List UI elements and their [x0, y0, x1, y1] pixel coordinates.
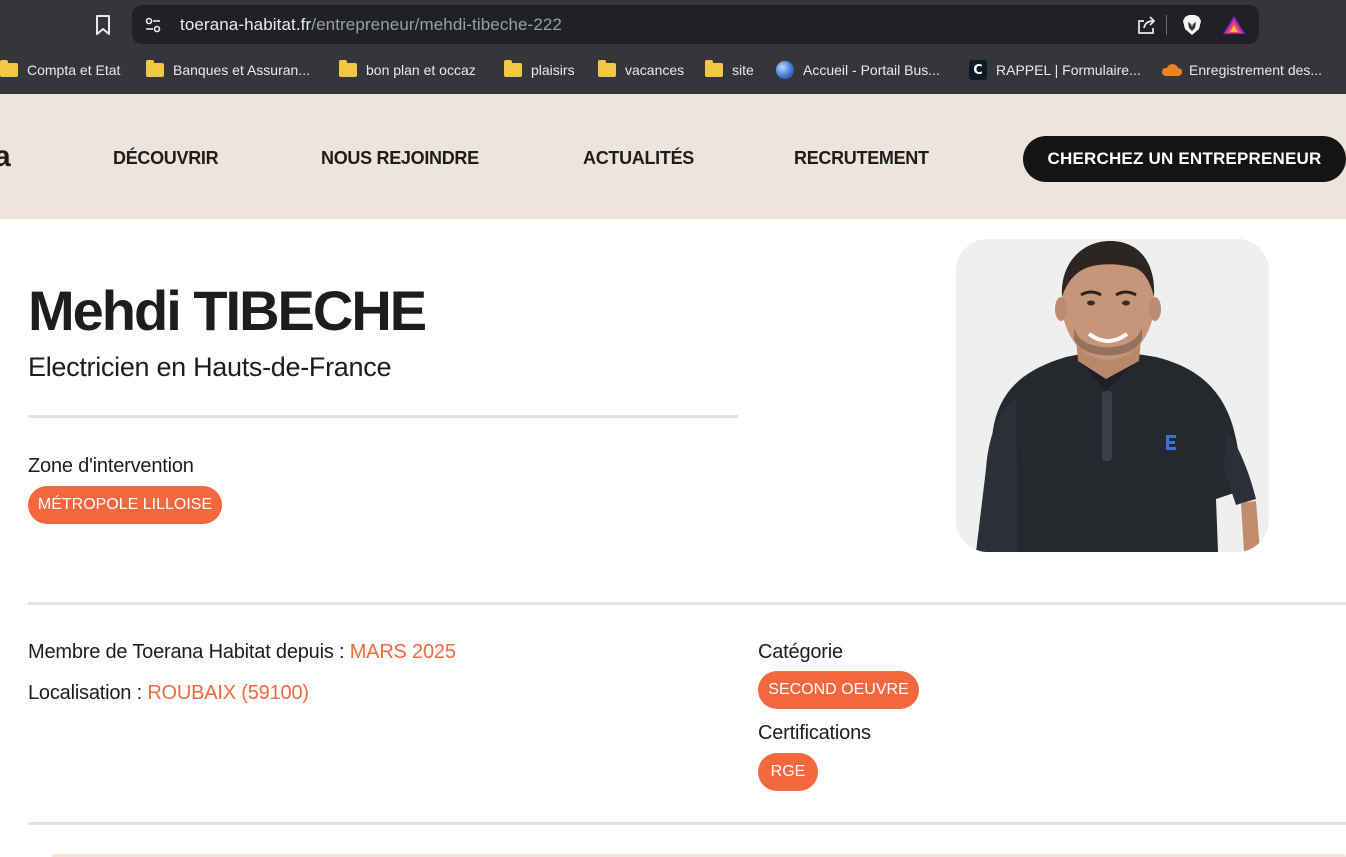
folder-icon: [598, 60, 616, 77]
profile-name: Mehdi TIBECHE: [28, 279, 427, 342]
site-logo[interactable]: a: [0, 140, 11, 174]
folder-icon: [146, 60, 164, 77]
site-settings-icon[interactable]: [144, 16, 162, 34]
folder-icon: [0, 60, 18, 77]
address-row: toerana-habitat.fr/entrepreneur/mehdi-ti…: [0, 0, 1346, 50]
location: Localisation : ROUBAIX (59100): [28, 682, 309, 705]
nav-nous-rejoindre[interactable]: NOUS REJOINDRE: [321, 148, 479, 169]
location-value: ROUBAIX (59100): [147, 682, 309, 704]
nav-actualites[interactable]: ACTUALITÉS: [583, 148, 694, 169]
brave-rewards-icon[interactable]: [1222, 14, 1246, 36]
location-label: Localisation :: [28, 682, 142, 704]
nav-recrutement[interactable]: RECRUTEMENT: [794, 148, 929, 169]
bookmark-label: Enregistrement des...: [1189, 62, 1323, 78]
search-entrepreneur-button[interactable]: CHERCHEZ UN ENTREPRENEUR: [1023, 136, 1346, 182]
member-since-value: MARS 2025: [349, 641, 456, 663]
bookmark-item[interactable]: bon plan et occaz: [339, 60, 476, 80]
zone-badge: MÉTROPOLE LILLOISE: [28, 486, 222, 524]
bookmark-label: bon plan et occaz: [366, 62, 476, 78]
bookmark-label: vacances: [625, 62, 685, 78]
url-host: toerana-habitat.fr: [180, 15, 312, 34]
bookmark-item[interactable]: Compta et Etat: [0, 60, 120, 80]
url-text[interactable]: toerana-habitat.fr/entrepreneur/mehdi-ti…: [180, 15, 562, 35]
divider: [28, 415, 738, 418]
certifications-label: Certifications: [758, 722, 871, 744]
bookmark-item[interactable]: plaisirs: [504, 60, 575, 80]
folder-icon: [705, 60, 723, 77]
bookmark-item[interactable]: C RAPPEL | Formulaire...: [969, 60, 1141, 80]
category-label: Catégorie: [758, 641, 843, 663]
bookmark-this-page-icon[interactable]: [92, 13, 114, 37]
zone-label: Zone d'intervention: [28, 455, 194, 477]
bookmark-item[interactable]: Accueil - Portail Bus...: [776, 60, 940, 80]
globe-icon: [776, 61, 794, 79]
brave-shields-icon[interactable]: [1181, 13, 1203, 37]
bookmarks-bar: Compta et Etat Banques et Assuran... bon…: [0, 50, 1346, 90]
url-path: /entrepreneur/mehdi-tibeche-222: [311, 15, 562, 34]
divider: [28, 822, 1346, 825]
category-badge: SECOND OEUVRE: [758, 671, 919, 709]
profile-photo: [956, 239, 1269, 552]
toolbar-separator: [1166, 15, 1167, 35]
site-header: a DÉCOUVRIR NOUS REJOINDRE ACTUALITÉS RE…: [0, 94, 1346, 219]
divider: [28, 602, 1346, 605]
bookmark-label: Banques et Assuran...: [173, 62, 310, 78]
folder-icon: [339, 60, 357, 77]
bookmark-label: RAPPEL | Formulaire...: [996, 62, 1141, 78]
nav-decouvrir[interactable]: DÉCOUVRIR: [113, 148, 219, 169]
bookmark-label: site: [732, 62, 754, 78]
address-bar[interactable]: toerana-habitat.fr/entrepreneur/mehdi-ti…: [132, 5, 1259, 44]
bookmark-item[interactable]: site: [705, 60, 754, 80]
profile-subtitle: Electricien en Hauts-de-France: [28, 352, 392, 382]
member-since-label: Membre de Toerana Habitat depuis :: [28, 641, 345, 663]
bookmark-label: plaisirs: [531, 62, 575, 78]
bookmark-label: Accueil - Portail Bus...: [803, 62, 940, 78]
folder-icon: [504, 60, 522, 77]
portrait-illustration: [956, 239, 1269, 552]
bookmark-item[interactable]: vacances: [598, 60, 684, 80]
cloud-icon: [1160, 64, 1182, 76]
browser-chrome: toerana-habitat.fr/entrepreneur/mehdi-ti…: [0, 0, 1346, 94]
share-icon[interactable]: [1135, 14, 1157, 36]
bookmark-label: Compta et Etat: [27, 62, 121, 78]
bookmark-item[interactable]: Banques et Assuran...: [146, 60, 310, 80]
c-logo-icon: C: [969, 60, 987, 80]
member-since: Membre de Toerana Habitat depuis : MARS …: [28, 641, 456, 664]
bookmark-item[interactable]: Enregistrement des...: [1160, 60, 1322, 80]
certification-badge: RGE: [758, 753, 818, 791]
